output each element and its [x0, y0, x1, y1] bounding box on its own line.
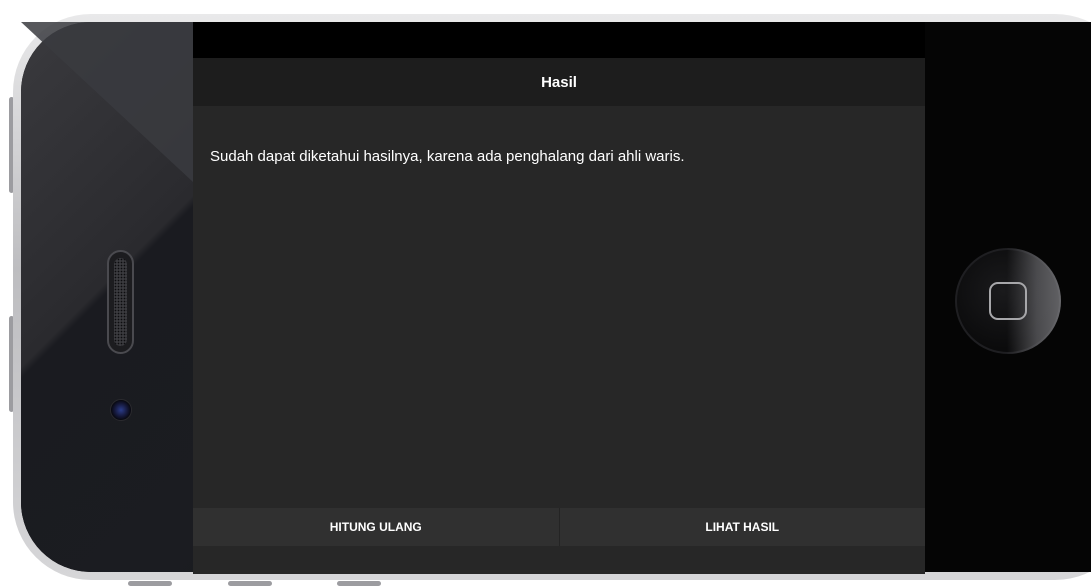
square-icon: [989, 282, 1027, 320]
side-button-3: [337, 581, 381, 586]
speaker-grille: [114, 258, 127, 346]
device-frame: Hasil Sudah dapat diketahui hasilnya, ka…: [0, 0, 1091, 588]
speaker-icon: [107, 250, 134, 354]
lihat-hasil-button[interactable]: LIHAT HASIL: [558, 508, 925, 546]
footer-bar: HITUNG ULANG LIHAT HASIL: [193, 508, 925, 546]
page-title: Hasil: [541, 73, 577, 91]
camera-icon: [110, 399, 132, 421]
header-bar: Hasil: [193, 58, 925, 106]
home-button[interactable]: [955, 248, 1061, 354]
hitung-ulang-button[interactable]: HITUNG ULANG: [193, 508, 559, 546]
result-message: Sudah dapat diketahui hasilnya, karena a…: [210, 148, 685, 165]
result-content: Sudah dapat diketahui hasilnya, karena a…: [210, 147, 910, 167]
side-button-2: [228, 581, 272, 586]
side-button-1: [128, 581, 172, 586]
app-screen: Hasil Sudah dapat diketahui hasilnya, ka…: [193, 58, 925, 574]
